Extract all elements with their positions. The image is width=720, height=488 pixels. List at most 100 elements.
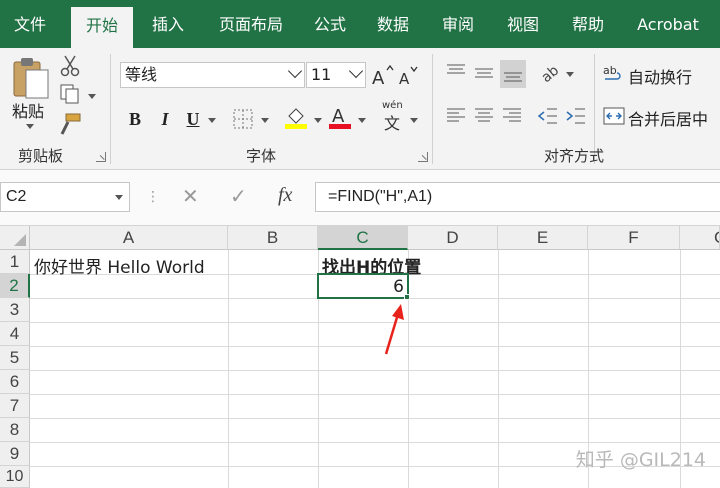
paste-dropdown-icon[interactable] xyxy=(26,124,34,129)
column-header-f[interactable]: F xyxy=(588,226,680,250)
column-header-a[interactable]: A xyxy=(30,226,228,250)
tab-formulas[interactable]: 公式 xyxy=(302,0,358,48)
tab-file[interactable]: 文件 xyxy=(0,0,60,48)
gridline xyxy=(30,394,720,395)
active-cell-border xyxy=(317,273,409,299)
annotation-arrow-icon xyxy=(384,304,404,355)
font-color-dropdown-icon[interactable] xyxy=(358,118,366,123)
row-header-7[interactable]: 7 xyxy=(0,394,30,418)
copy-icon[interactable] xyxy=(58,82,82,106)
svg-text:ab: ab xyxy=(538,63,562,84)
cancel-icon[interactable]: ✕ xyxy=(182,184,199,209)
format-painter-icon[interactable] xyxy=(58,112,82,136)
tab-home[interactable]: 开始 xyxy=(71,7,133,48)
font-size-value: 11 xyxy=(311,65,332,84)
decrease-font-size-icon[interactable]: A xyxy=(396,64,420,88)
tab-review[interactable]: 审阅 xyxy=(430,0,486,48)
clipboard-launcher-icon[interactable] xyxy=(96,152,106,162)
underline-dropdown-icon[interactable] xyxy=(208,118,216,123)
tab-view[interactable]: 视图 xyxy=(495,0,551,48)
chevron-down-icon xyxy=(287,63,303,79)
font-launcher-icon[interactable] xyxy=(418,152,428,162)
tab-acrobat[interactable]: Acrobat xyxy=(628,0,708,48)
orientation-dropdown-icon[interactable] xyxy=(566,72,574,77)
column-header-e[interactable]: E xyxy=(498,226,588,250)
chevron-down-icon xyxy=(348,63,364,79)
underline-button[interactable]: U xyxy=(182,105,204,133)
tab-insert[interactable]: 插入 xyxy=(140,0,196,48)
formula-input[interactable]: =FIND("H",A1) xyxy=(315,182,720,212)
column-header-g[interactable]: G xyxy=(680,226,720,250)
group-divider xyxy=(110,54,111,164)
font-color-icon[interactable]: A xyxy=(328,104,352,129)
align-center-icon[interactable] xyxy=(472,104,496,128)
decrease-indent-icon[interactable] xyxy=(536,104,560,128)
row-header-3[interactable]: 3 xyxy=(0,298,30,322)
column-header-c[interactable]: C xyxy=(318,226,408,250)
cell-a1[interactable]: 你好世界 Hello World xyxy=(34,253,205,278)
orientation-icon[interactable]: ab xyxy=(538,60,562,87)
svg-text:A: A xyxy=(332,106,345,127)
align-middle-icon[interactable] xyxy=(472,60,496,84)
svg-text:A: A xyxy=(372,68,385,88)
font-size-select[interactable]: 11 xyxy=(306,62,366,88)
formula-bar: C2 ⋮ ✕ ✓ fx =FIND("H",A1) xyxy=(0,170,720,226)
font-group-label: 字体 xyxy=(246,147,277,165)
wrap-text-button[interactable]: 自动换行 xyxy=(628,64,692,88)
column-header-d[interactable]: D xyxy=(408,226,498,250)
tab-data[interactable]: 数据 xyxy=(365,0,421,48)
fill-color-dropdown-icon[interactable] xyxy=(314,118,322,123)
gridline xyxy=(30,442,720,443)
italic-button[interactable]: I xyxy=(154,105,176,133)
row-header-2[interactable]: 2 xyxy=(0,274,30,298)
watermark: 知乎 @GIL214 xyxy=(575,449,706,471)
borders-dropdown-icon[interactable] xyxy=(261,118,269,123)
font-name-select[interactable]: 等线 xyxy=(120,62,305,88)
insert-function-icon[interactable]: fx xyxy=(278,184,292,207)
row-header-9[interactable]: 9 xyxy=(0,442,30,466)
select-all-button[interactable] xyxy=(0,226,30,250)
bold-button[interactable]: B xyxy=(124,105,146,133)
font-name-value: 等线 xyxy=(125,65,158,84)
copy-dropdown-icon[interactable] xyxy=(88,94,96,99)
align-top-icon[interactable] xyxy=(444,60,468,84)
name-box-dropdown-icon[interactable] xyxy=(115,195,123,200)
increase-indent-icon[interactable] xyxy=(564,104,588,128)
align-bottom-icon[interactable] xyxy=(500,60,526,88)
group-divider xyxy=(432,54,433,164)
row-header-1[interactable]: 1 xyxy=(0,250,30,274)
cut-icon[interactable] xyxy=(58,54,82,78)
wrap-text-icon[interactable]: ab xyxy=(602,62,626,86)
row-header-5[interactable]: 5 xyxy=(0,346,30,370)
phonetic-guide-icon[interactable]: 文 xyxy=(384,110,400,134)
row-header-10[interactable]: 10 xyxy=(0,466,30,488)
ribbon-tab-bar: 文件 开始 插入 页面布局 公式 数据 审阅 视图 帮助 Acrobat xyxy=(0,0,720,48)
increase-font-size-icon[interactable]: A xyxy=(370,64,394,89)
gridline xyxy=(30,322,720,323)
merge-center-icon[interactable] xyxy=(602,104,626,128)
enter-icon[interactable]: ✓ xyxy=(230,184,247,209)
alignment-group-label: 对齐方式 xyxy=(544,147,605,165)
fill-color-icon[interactable] xyxy=(284,104,308,129)
borders-icon[interactable] xyxy=(231,107,255,131)
align-right-icon[interactable] xyxy=(500,104,524,128)
name-box[interactable]: C2 xyxy=(0,182,130,212)
tab-page-layout[interactable]: 页面布局 xyxy=(206,0,296,48)
phonetic-dropdown-icon[interactable] xyxy=(410,118,418,123)
align-left-icon[interactable] xyxy=(444,104,468,128)
gridline xyxy=(228,250,229,488)
paste-icon[interactable] xyxy=(10,56,52,100)
paste-button[interactable]: 粘贴 xyxy=(12,98,44,122)
svg-text:ab: ab xyxy=(603,64,617,77)
column-header-b[interactable]: B xyxy=(228,226,318,250)
clipboard-group-label: 剪贴板 xyxy=(18,147,64,165)
tab-help[interactable]: 帮助 xyxy=(560,0,616,48)
ribbon: 粘贴 剪贴板 等线 11 A A B I U A wén 文 字体 ab ab … xyxy=(0,48,720,170)
merge-center-button[interactable]: 合并后居中 xyxy=(628,106,708,130)
row-header-6[interactable]: 6 xyxy=(0,370,30,394)
worksheet-grid: A B C D E F G 1 2 3 4 5 6 7 8 9 10 你好世界 … xyxy=(0,226,720,488)
grip-icon: ⋮ xyxy=(146,188,160,204)
row-header-8[interactable]: 8 xyxy=(0,418,30,442)
row-header-4[interactable]: 4 xyxy=(0,322,30,346)
gridline xyxy=(30,418,720,419)
